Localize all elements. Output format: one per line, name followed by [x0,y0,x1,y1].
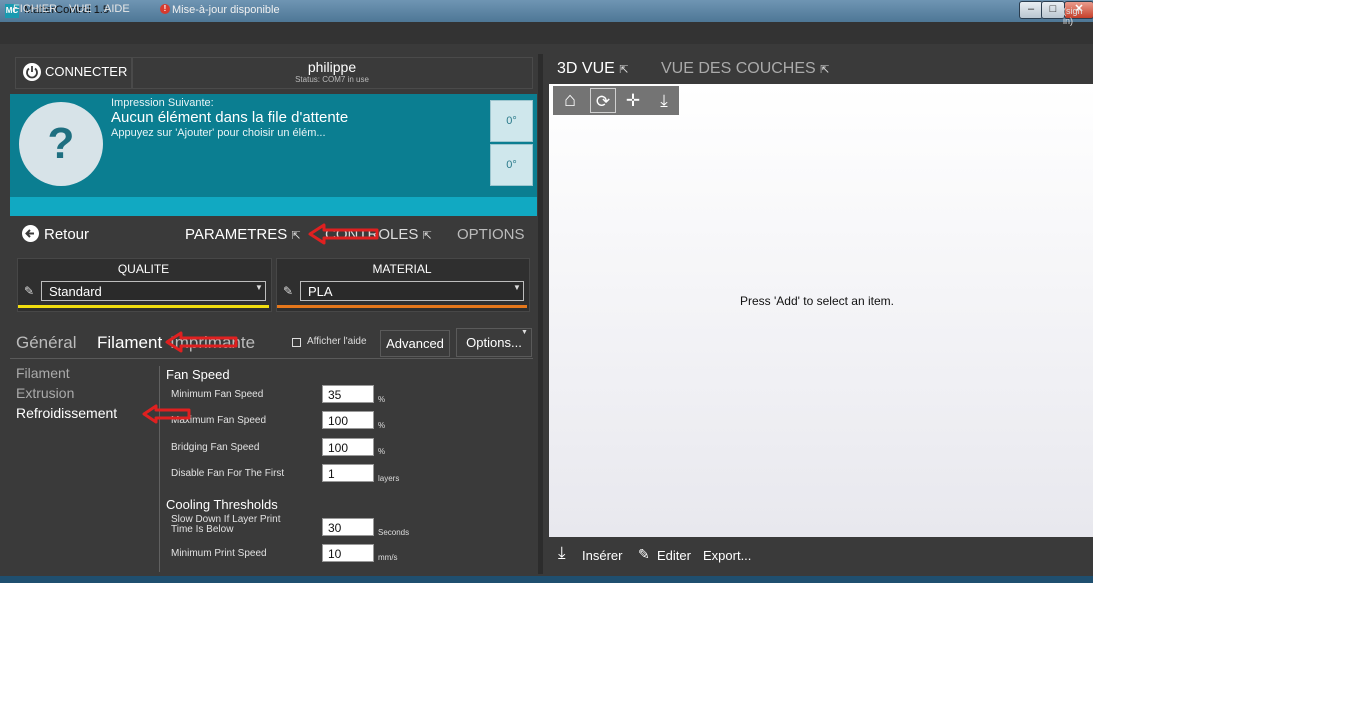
slow-down-unit: Seconds [378,528,410,537]
tab-options[interactable]: OPTIONS [457,226,525,243]
update-available-link[interactable]: Mise-à-jour disponible [172,4,280,16]
group-title-cooling-thresholds: Cooling Thresholds [166,497,278,512]
home-icon[interactable]: ⌂ [557,88,583,113]
connect-label: CONNECTER [45,64,128,79]
bridging-fan-speed-input[interactable]: 100 [322,438,374,456]
minimize-button[interactable]: – [1019,1,1043,19]
bridging-fan-speed-unit: % [378,447,386,456]
menu-vue[interactable]: VUE [69,3,92,15]
tab-filament[interactable]: Filament [97,333,162,353]
annotation-arrow-icon [165,331,238,353]
advanced-select[interactable]: Advanced [380,330,450,357]
queue-empty-message: Aucun élément dans la file d'attente [111,109,349,126]
empty-scene-message: Press 'Add' to select an item. [740,294,894,308]
next-print-label: Impression Suivante: [111,97,214,109]
material-select[interactable]: PLA [300,281,524,301]
chevron-down-icon: ▼ [513,283,521,292]
extruder-temperature[interactable]: 0° [490,100,533,142]
back-button[interactable]: Retour [44,226,89,243]
divider [159,366,160,572]
min-print-speed-label: Minimum Print Speed [171,548,267,559]
pop-out-icon[interactable]: ⇱ [619,64,628,76]
category-filament[interactable]: Filament [16,365,70,381]
insert-button[interactable]: Insérer [582,548,622,563]
disable-fan-unit: layers [378,474,400,483]
back-arrow-icon[interactable] [22,225,39,242]
material-title: MATERIAL [372,262,432,276]
slow-down-input[interactable]: 30 [322,518,374,536]
edit-icon[interactable]: ✎ [638,546,650,563]
queue-hint: Appuyez sur 'Ajouter' pour choisir un él… [111,127,326,139]
disable-fan-label: Disable Fan For The First [171,468,285,479]
move-icon[interactable]: ✛ [620,88,646,113]
alert-icon: ! [160,4,170,14]
chevron-down-icon: ▼ [255,283,263,292]
3d-viewport[interactable] [549,84,1093,537]
print-thumbnail[interactable]: ? [19,102,103,186]
quality-select-value: Standard [49,284,102,299]
bed-temperature[interactable]: 0° [490,144,533,186]
menu-aide[interactable]: AIDE [104,3,130,15]
tab-layer-view-label: VUE DES COUCHES [661,60,816,77]
annotation-arrow-icon [308,223,379,245]
tab-parametres-label: PARAMETRES [185,226,288,243]
printer-status: Status: COM7 in use [295,75,369,84]
quality-select[interactable]: Standard [41,281,266,301]
show-help-checkbox[interactable] [292,338,301,347]
show-help-label[interactable]: Afficher l'aide [307,336,367,347]
rotate-icon[interactable]: ⟳ [590,88,616,113]
max-fan-speed-unit: % [378,421,386,430]
sign-in-link[interactable]: (sign in) [1063,6,1093,26]
tab-3d-view[interactable]: 3D VUE ⇱ [557,60,628,78]
edit-button[interactable]: Editer [657,548,691,563]
chevron-down-icon: ▼ [521,329,528,336]
taskbar-edge [0,576,1093,583]
tab-general[interactable]: Général [16,333,76,353]
drop-to-bed-icon[interactable]: ⤓ [651,88,677,113]
min-print-speed-input[interactable]: 10 [322,544,374,562]
min-fan-speed-unit: % [378,395,386,404]
queue-progress-strip [10,197,537,216]
slow-down-label: Slow Down If Layer Print Time Is Below [171,515,281,535]
max-fan-speed-input[interactable]: 100 [322,411,374,429]
menu-bar [0,22,1093,44]
divider [10,358,533,359]
category-refroidissement[interactable]: Refroidissement [16,405,117,421]
edit-pencil-icon[interactable]: ✎ [283,284,293,298]
group-title-fan-speed: Fan Speed [166,367,230,382]
pane-splitter[interactable] [538,54,543,574]
menu-fichier[interactable]: FICHIER [13,3,57,15]
tab-layer-view[interactable]: VUE DES COUCHES ⇱ [661,60,829,78]
maximize-button[interactable]: □ [1041,1,1065,19]
material-select-value: PLA [308,284,333,299]
material-color-bar [277,305,527,308]
quality-title: QUALITE [117,262,170,276]
tab-parametres[interactable]: PARAMETRES ⇱ [185,226,301,243]
bridging-fan-speed-label: Bridging Fan Speed [171,442,260,453]
disable-fan-input[interactable]: 1 [322,464,374,482]
min-fan-speed-input[interactable]: 35 [322,385,374,403]
edit-pencil-icon[interactable]: ✎ [24,284,34,298]
printer-name: philippe [307,59,357,75]
pop-out-icon[interactable]: ⇱ [820,64,829,76]
category-extrusion[interactable]: Extrusion [16,385,74,401]
export-button[interactable]: Export... [703,548,751,563]
pop-out-icon[interactable]: ⇱ [291,230,300,242]
min-fan-speed-label: Minimum Fan Speed [171,389,264,400]
mattercontrol-window: MC MatterControl 1.5 – □ ✕ FICHIER VUE A… [0,0,1093,583]
slow-down-label-line2: Time Is Below [171,524,234,535]
annotation-arrow-icon [142,404,191,424]
tab-3d-view-label: 3D VUE [557,60,615,77]
pop-out-icon[interactable]: ⇱ [423,230,432,242]
min-print-speed-unit: mm/s [378,553,398,562]
quality-color-bar [18,305,269,308]
insert-icon[interactable]: ⤓ [558,543,566,563]
power-icon [23,63,41,81]
